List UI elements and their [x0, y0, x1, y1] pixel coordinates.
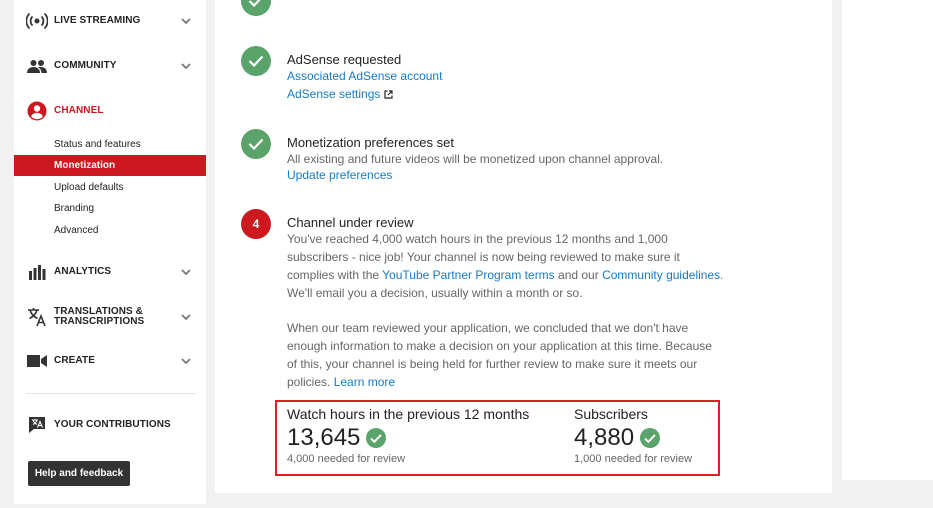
text: When our team reviewed your application,… [287, 321, 689, 335]
right-panel [842, 0, 933, 480]
sidebar-section-translations[interactable]: TRANSLATIONS & TRANSCRIPTIONS [14, 305, 206, 329]
watch-hours-requirement: 4,000 needed for review [287, 453, 406, 465]
partner-program-terms-link[interactable]: YouTube Partner Program terms [382, 268, 555, 282]
text: enough information to make a decision on… [287, 339, 712, 353]
sidebar-section-label: CHANNEL [54, 105, 104, 116]
step-complete-check-icon [241, 129, 271, 159]
associated-adsense-account-link[interactable]: Associated AdSense account [287, 69, 442, 83]
step-title-adsense: AdSense requested [287, 52, 402, 67]
channel-icon [26, 100, 48, 122]
chevron-down-icon [180, 15, 192, 27]
sidebar-section-label: LIVE STREAMING [54, 15, 141, 26]
sidebar-item-upload-defaults[interactable]: Upload defaults [14, 177, 206, 198]
subscribers-stat: Subscribers 4,880 1,000 needed for revie… [574, 406, 692, 465]
check-circle-icon [640, 428, 661, 448]
camera-icon [26, 350, 48, 372]
sidebar-divider [26, 393, 196, 394]
text: You've reached 4,000 watch hours in the … [287, 232, 668, 246]
text: We'll email you a decision, usually with… [287, 286, 583, 300]
step-complete-check-icon [241, 46, 271, 76]
sidebar-section-create[interactable]: CREATE [14, 349, 206, 373]
sidebar-item-advanced[interactable]: Advanced [14, 220, 206, 241]
chevron-down-icon [180, 266, 192, 278]
sidebar: LIVE STREAMING COMMUNITY CHANNEL Status … [14, 0, 206, 504]
subscribers-label: Subscribers [574, 406, 648, 422]
adsense-settings-link[interactable]: AdSense settings [287, 87, 394, 101]
sidebar-section-label: YOUR CONTRIBUTIONS [54, 419, 171, 430]
sidebar-section-label: TRANSLATIONS & TRANSCRIPTIONS [54, 307, 144, 327]
text: policies. [287, 375, 334, 389]
sidebar-section-label: ANALYTICS [54, 266, 112, 277]
sidebar-section-your-contributions[interactable]: YOUR CONTRIBUTIONS [14, 413, 206, 437]
sidebar-item-status-and-features[interactable]: Status and features [14, 134, 206, 155]
text: complies with the [287, 268, 383, 282]
watch-hours-label: Watch hours in the previous 12 months [287, 406, 530, 422]
review-paragraph-1: You've reached 4,000 watch hours in the … [287, 230, 747, 302]
translate-icon [26, 306, 48, 328]
label-line-2: TRANSCRIPTIONS [54, 316, 145, 327]
sidebar-item-branding[interactable]: Branding [14, 198, 206, 219]
sidebar-item-monetization[interactable]: Monetization [14, 155, 206, 176]
step-complete-check-icon [241, 0, 271, 16]
watch-hours-value-row: 13,645 [287, 424, 529, 452]
contributions-icon [26, 414, 48, 436]
chevron-down-icon [180, 355, 192, 367]
watch-hours-value: 13,645 [287, 424, 361, 451]
community-guidelines-link[interactable]: Community guidelines [602, 268, 720, 282]
help-and-feedback-button[interactable]: Help and feedback [28, 461, 130, 486]
review-paragraph-2: When our team reviewed your application,… [287, 319, 747, 391]
sidebar-section-community[interactable]: COMMUNITY [14, 54, 206, 78]
step-title-monetization: Monetization preferences set [287, 135, 454, 150]
chevron-down-icon [180, 311, 192, 323]
text: and our [554, 268, 603, 282]
monetization-steps-card: AdSense requested Associated AdSense acc… [215, 0, 832, 493]
sidebar-section-label: CREATE [54, 355, 95, 366]
eligibility-stats-box: Watch hours in the previous 12 months 13… [275, 400, 720, 476]
sidebar-section-analytics[interactable]: ANALYTICS [14, 260, 206, 284]
monetization-description: All existing and future videos will be m… [287, 152, 664, 166]
subscribers-requirement: 1,000 needed for review [574, 453, 693, 465]
step-number-badge: 4 [241, 209, 271, 239]
check-circle-icon [366, 428, 387, 448]
text: subscribers - nice job! Your channel is … [287, 250, 680, 264]
sidebar-section-channel[interactable]: CHANNEL [14, 99, 206, 123]
update-preferences-link[interactable]: Update preferences [287, 168, 392, 182]
subscribers-value: 4,880 [574, 424, 635, 451]
text: of this, your channel is being held for … [287, 357, 698, 371]
analytics-icon [26, 261, 48, 283]
watch-hours-stat: Watch hours in the previous 12 months 13… [287, 406, 529, 465]
learn-more-link[interactable]: Learn more [334, 375, 395, 389]
community-icon [26, 55, 48, 77]
sidebar-section-label: COMMUNITY [54, 60, 117, 71]
text: . [720, 268, 724, 282]
subscribers-value-row: 4,880 [574, 424, 692, 452]
live-streaming-icon [26, 10, 48, 32]
sidebar-section-live-streaming[interactable]: LIVE STREAMING [14, 9, 206, 33]
adsense-settings-label: AdSense settings [287, 87, 381, 101]
external-link-icon [384, 89, 394, 99]
step-title-review: Channel under review [287, 215, 414, 230]
chevron-down-icon [180, 60, 192, 72]
